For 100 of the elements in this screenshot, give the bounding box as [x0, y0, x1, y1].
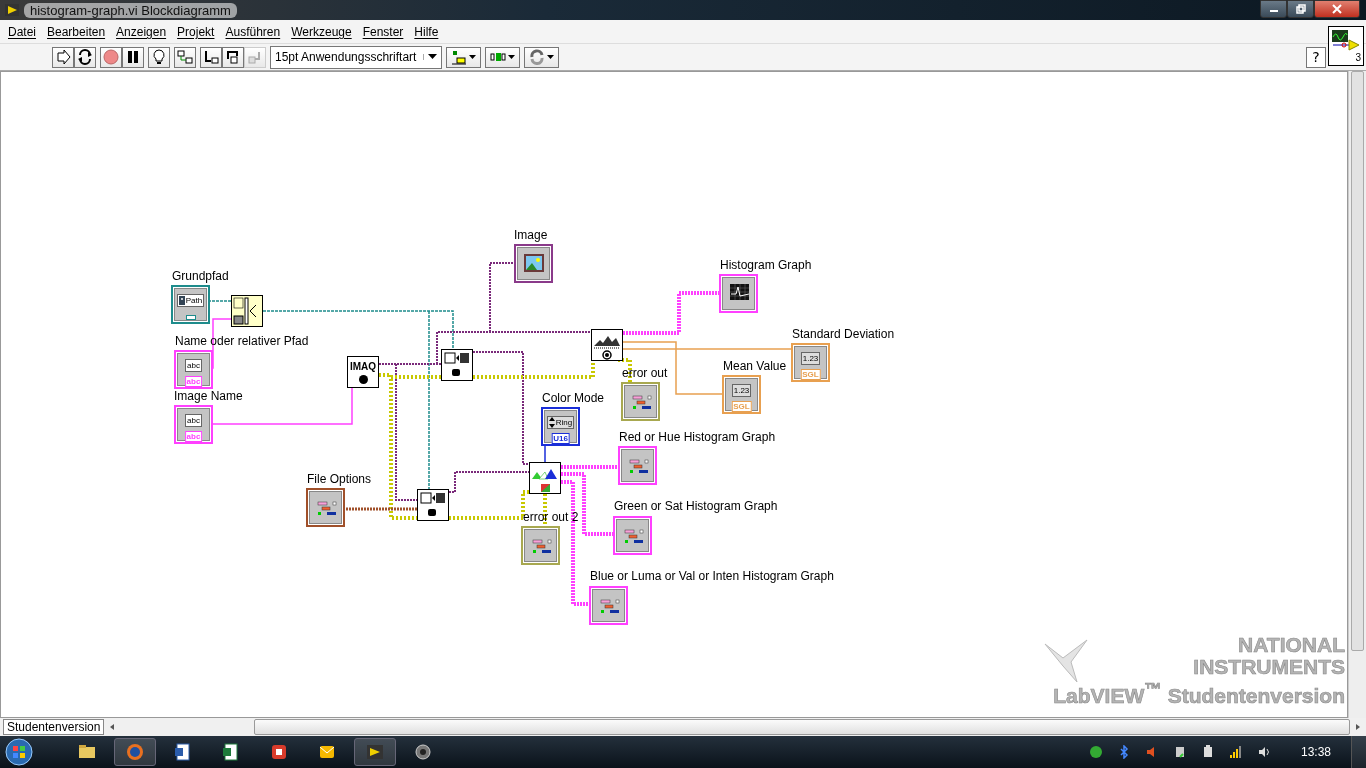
step-out-icon [247, 49, 263, 65]
path-tag-icon [185, 315, 196, 320]
pause-icon [125, 49, 141, 65]
scroll-right-icon[interactable] [1354, 723, 1362, 731]
menu-item[interactable]: Ausführen [220, 24, 286, 39]
terminal-block[interactable] [719, 274, 758, 313]
font-dropdown[interactable]: 15pt Anwendungsschriftart [270, 45, 442, 69]
terminal-block[interactable]: abc abc [174, 405, 213, 444]
run-icon [55, 49, 71, 65]
abort-button[interactable] [100, 46, 122, 68]
connector-number: 3 [1355, 53, 1361, 63]
restore-icon [1295, 4, 1306, 14]
scroll-thumb[interactable] [1351, 71, 1364, 651]
terminal-label: Image Name [174, 389, 243, 403]
horizontal-scrollbar[interactable] [254, 719, 1350, 735]
window-title: histogram-graph.vi Blockdiagramm [24, 2, 237, 18]
terminal-block[interactable]: 1.23 SGL [791, 343, 830, 382]
font-dropdown-value: 15pt Anwendungsschriftart [275, 50, 418, 64]
terminal-block[interactable] [514, 244, 553, 283]
reorder-button[interactable] [524, 46, 559, 68]
circle-icon [358, 374, 368, 384]
reorder-icon [529, 49, 545, 65]
terminal-label: Red or Hue Histogram Graph [619, 430, 776, 444]
wire[interactable] [448, 471, 530, 493]
path-icon [178, 296, 185, 305]
signal-icon [1228, 745, 1243, 759]
terminal-label: Image [514, 228, 548, 242]
labview-icon [4, 2, 20, 18]
run-continuously-icon [77, 49, 93, 65]
dropdown-arrow-icon [469, 55, 476, 59]
step-into-button[interactable] [200, 46, 222, 68]
terminal-value: 1.23 [731, 384, 752, 397]
terminal-label: error out [622, 366, 668, 380]
terminal-label: Grundpfad [172, 269, 229, 283]
terminal-value: Path [176, 294, 205, 307]
distribute-objects-button[interactable] [485, 46, 520, 68]
terminal-block[interactable]: 1.23 SGL [722, 375, 761, 414]
terminal-label: Color Mode [542, 391, 605, 405]
start-orb-icon [4, 737, 34, 767]
function-node[interactable] [591, 329, 623, 361]
terminal-label: Blue or Luma or Val or Inten Histogram Graph [590, 569, 834, 583]
terminal-label: File Options [307, 472, 372, 486]
retain-wire-values-button[interactable] [174, 46, 196, 68]
document-icon [173, 742, 193, 762]
terminal-value: abc [185, 359, 202, 372]
vertical-scrollbar[interactable] [1348, 71, 1366, 718]
vi-connector-pane[interactable]: 3 [1328, 26, 1364, 66]
function-node[interactable] [529, 462, 561, 494]
step-over-icon [225, 49, 241, 65]
menu-item[interactable]: Werkzeuge [286, 24, 357, 39]
terminal-block[interactable]: Path [171, 285, 210, 324]
terminal-block[interactable]: abc abc [174, 350, 213, 389]
wire[interactable] [544, 443, 546, 463]
wire[interactable] [207, 300, 232, 302]
labview-icon [365, 742, 385, 762]
context-label: Studentenversion [3, 719, 105, 735]
network-icon [1088, 745, 1103, 759]
menu-item[interactable]: Fenster [357, 24, 409, 39]
close-button[interactable] [1314, 0, 1360, 18]
menu-item[interactable]: Datei [3, 24, 41, 39]
function-node[interactable] [231, 295, 263, 327]
help-button[interactable]: ? [1306, 46, 1326, 68]
type-tag: abc [184, 431, 203, 442]
presentation-icon [269, 742, 289, 762]
wire[interactable] [379, 373, 417, 520]
watermark-text: LabVIEW$^{™}$ Studentenversion [1053, 678, 1345, 707]
taskbar-button[interactable] [354, 738, 396, 766]
menu-item[interactable]: Anzeigen [111, 24, 172, 39]
function-node[interactable] [441, 349, 473, 381]
pause-button[interactable] [122, 46, 144, 68]
spreadsheet-icon [221, 742, 241, 762]
menu-item[interactable]: Projekt [172, 24, 220, 39]
run-button[interactable] [52, 46, 74, 68]
dropdown-arrow-icon [547, 55, 554, 59]
wire[interactable] [436, 331, 592, 365]
scroll-left-icon[interactable] [108, 723, 117, 731]
wire[interactable] [472, 351, 530, 465]
abort-icon [103, 49, 119, 65]
restore-button[interactable] [1287, 0, 1314, 18]
step-over-button[interactable] [222, 46, 244, 68]
wire[interactable] [395, 363, 418, 501]
function-node[interactable] [417, 489, 449, 521]
oscilloscope-icon [1331, 29, 1361, 53]
menu-item[interactable]: Hilfe [409, 24, 444, 39]
highlight-execution-button[interactable] [148, 46, 170, 68]
function-node[interactable]: IMAQ [347, 356, 379, 388]
wire[interactable] [489, 262, 515, 333]
align-objects-button[interactable] [446, 46, 481, 68]
menu-item[interactable]: Bearbeiten [42, 24, 111, 39]
wire[interactable] [622, 341, 723, 395]
terminal-block[interactable]: Ring U16 [541, 407, 580, 446]
terminal-value: abc [185, 414, 202, 427]
type-tag: SGL [731, 401, 752, 412]
globe-icon [125, 742, 145, 762]
terminal-value: Ring [546, 416, 575, 429]
clock[interactable]: 13:38 [1300, 745, 1331, 759]
run-continuously-button[interactable] [74, 46, 96, 68]
wire[interactable] [378, 363, 442, 365]
minimize-button[interactable] [1260, 0, 1287, 18]
close-icon [1332, 4, 1342, 14]
